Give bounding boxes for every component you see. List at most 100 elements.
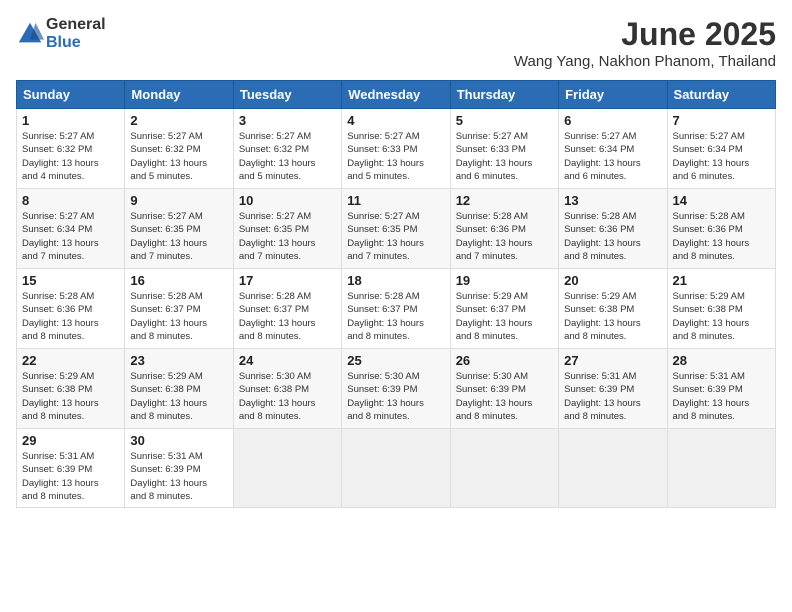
cell-content: Sunrise: 5:29 AM Sunset: 6:37 PM Dayligh…: [456, 290, 553, 343]
table-row: 10 Sunrise: 5:27 AM Sunset: 6:35 PM Dayli…: [233, 189, 341, 269]
day-number: 9: [130, 193, 227, 208]
day-number: 12: [456, 193, 553, 208]
day-number: 28: [673, 353, 770, 368]
table-row: 17 Sunrise: 5:28 AM Sunset: 6:37 PM Dayli…: [233, 269, 341, 349]
cell-content: Sunrise: 5:28 AM Sunset: 6:36 PM Dayligh…: [564, 210, 661, 263]
table-row: 25 Sunrise: 5:30 AM Sunset: 6:39 PM Dayli…: [342, 349, 450, 429]
cell-content: Sunrise: 5:28 AM Sunset: 6:37 PM Dayligh…: [239, 290, 336, 343]
table-row: 1 Sunrise: 5:27 AM Sunset: 6:32 PM Daylig…: [17, 109, 125, 189]
day-number: 19: [456, 273, 553, 288]
table-row: 23Sunrise: 5:29 AM Sunset: 6:38 PM Dayli…: [125, 349, 233, 429]
main-title: June 2025: [514, 16, 776, 53]
day-number: 5: [456, 113, 553, 128]
header-wednesday: Wednesday: [342, 81, 450, 109]
table-row: 29 Sunrise: 5:31 AM Sunset: 6:39 PM Dayli…: [17, 429, 125, 508]
cell-content: Sunrise: 5:27 AM Sunset: 6:33 PM Dayligh…: [347, 130, 444, 183]
table-row: [450, 429, 558, 508]
day-number: 13: [564, 193, 661, 208]
header-saturday: Saturday: [667, 81, 775, 109]
table-row: 3 Sunrise: 5:27 AM Sunset: 6:32 PM Daylig…: [233, 109, 341, 189]
logo-general: General: [46, 16, 106, 33]
day-number: 16: [130, 273, 227, 288]
cell-content: Sunrise: 5:28 AM Sunset: 6:36 PM Dayligh…: [456, 210, 553, 263]
table-row: [342, 429, 450, 508]
table-row: 24 Sunrise: 5:30 AM Sunset: 6:38 PM Dayli…: [233, 349, 341, 429]
table-row: 20 Sunrise: 5:29 AM Sunset: 6:38 PM Dayli…: [559, 269, 667, 349]
cell-content: Sunrise: 5:27 AM Sunset: 6:35 PM Dayligh…: [347, 210, 444, 263]
table-row: 7Sunrise: 5:27 AM Sunset: 6:34 PM Daylig…: [667, 109, 775, 189]
cell-content: Sunrise: 5:31 AM Sunset: 6:39 PM Dayligh…: [564, 370, 661, 423]
table-row: 2Sunrise: 5:27 AM Sunset: 6:32 PM Daylig…: [125, 109, 233, 189]
cell-content: Sunrise: 5:28 AM Sunset: 6:36 PM Dayligh…: [22, 290, 119, 343]
day-number: 30: [130, 433, 227, 448]
day-number: 7: [673, 113, 770, 128]
table-row: 4 Sunrise: 5:27 AM Sunset: 6:33 PM Daylig…: [342, 109, 450, 189]
cell-content: Sunrise: 5:27 AM Sunset: 6:33 PM Dayligh…: [456, 130, 553, 183]
header-sunday: Sunday: [17, 81, 125, 109]
cell-content: Sunrise: 5:29 AM Sunset: 6:38 PM Dayligh…: [564, 290, 661, 343]
table-row: 8 Sunrise: 5:27 AM Sunset: 6:34 PM Daylig…: [17, 189, 125, 269]
table-row: [233, 429, 341, 508]
header-friday: Friday: [559, 81, 667, 109]
day-number: 18: [347, 273, 444, 288]
day-number: 25: [347, 353, 444, 368]
day-number: 3: [239, 113, 336, 128]
table-row: 6 Sunrise: 5:27 AM Sunset: 6:34 PM Daylig…: [559, 109, 667, 189]
table-row: [667, 429, 775, 508]
day-number: 4: [347, 113, 444, 128]
day-number: 21: [673, 273, 770, 288]
cell-content: Sunrise: 5:28 AM Sunset: 6:36 PM Dayligh…: [673, 210, 770, 263]
cell-content: Sunrise: 5:29 AM Sunset: 6:38 PM Dayligh…: [673, 290, 770, 343]
day-number: 11: [347, 193, 444, 208]
table-row: 5 Sunrise: 5:27 AM Sunset: 6:33 PM Daylig…: [450, 109, 558, 189]
day-number: 14: [673, 193, 770, 208]
day-number: 17: [239, 273, 336, 288]
title-area: June 2025 Wang Yang, Nakhon Phanom, Thai…: [514, 16, 776, 70]
table-row: 16Sunrise: 5:28 AM Sunset: 6:37 PM Dayli…: [125, 269, 233, 349]
table-row: 13 Sunrise: 5:28 AM Sunset: 6:36 PM Dayli…: [559, 189, 667, 269]
header-monday: Monday: [125, 81, 233, 109]
table-row: [559, 429, 667, 508]
logo-icon: [16, 20, 44, 48]
cell-content: Sunrise: 5:30 AM Sunset: 6:39 PM Dayligh…: [456, 370, 553, 423]
subtitle: Wang Yang, Nakhon Phanom, Thailand: [514, 53, 776, 70]
calendar-header-row: Sunday Monday Tuesday Wednesday Thursday…: [17, 81, 776, 109]
cell-content: Sunrise: 5:29 AM Sunset: 6:38 PM Dayligh…: [22, 370, 119, 423]
calendar-table: Sunday Monday Tuesday Wednesday Thursday…: [16, 80, 776, 508]
header-tuesday: Tuesday: [233, 81, 341, 109]
cell-content: Sunrise: 5:29 AM Sunset: 6:38 PM Dayligh…: [130, 370, 227, 423]
table-row: 15Sunrise: 5:28 AM Sunset: 6:36 PM Dayli…: [17, 269, 125, 349]
day-number: 26: [456, 353, 553, 368]
table-row: 28 Sunrise: 5:31 AM Sunset: 6:39 PM Dayli…: [667, 349, 775, 429]
cell-content: Sunrise: 5:31 AM Sunset: 6:39 PM Dayligh…: [673, 370, 770, 423]
cell-content: Sunrise: 5:27 AM Sunset: 6:32 PM Dayligh…: [22, 130, 119, 183]
cell-content: Sunrise: 5:30 AM Sunset: 6:39 PM Dayligh…: [347, 370, 444, 423]
table-row: 11 Sunrise: 5:27 AM Sunset: 6:35 PM Dayli…: [342, 189, 450, 269]
day-number: 20: [564, 273, 661, 288]
table-row: 14 Sunrise: 5:28 AM Sunset: 6:36 PM Dayli…: [667, 189, 775, 269]
day-number: 22: [22, 353, 119, 368]
table-row: 12 Sunrise: 5:28 AM Sunset: 6:36 PM Dayli…: [450, 189, 558, 269]
cell-content: Sunrise: 5:27 AM Sunset: 6:34 PM Dayligh…: [22, 210, 119, 263]
day-number: 10: [239, 193, 336, 208]
cell-content: Sunrise: 5:31 AM Sunset: 6:39 PM Dayligh…: [22, 450, 119, 503]
cell-content: Sunrise: 5:27 AM Sunset: 6:35 PM Dayligh…: [239, 210, 336, 263]
table-row: 18Sunrise: 5:28 AM Sunset: 6:37 PM Dayli…: [342, 269, 450, 349]
day-number: 27: [564, 353, 661, 368]
day-number: 8: [22, 193, 119, 208]
header-thursday: Thursday: [450, 81, 558, 109]
day-number: 29: [22, 433, 119, 448]
table-row: 19 Sunrise: 5:29 AM Sunset: 6:37 PM Dayli…: [450, 269, 558, 349]
table-row: 21 Sunrise: 5:29 AM Sunset: 6:38 PM Dayli…: [667, 269, 775, 349]
table-row: 22 Sunrise: 5:29 AM Sunset: 6:38 PM Dayli…: [17, 349, 125, 429]
cell-content: Sunrise: 5:27 AM Sunset: 6:32 PM Dayligh…: [239, 130, 336, 183]
cell-content: Sunrise: 5:27 AM Sunset: 6:34 PM Dayligh…: [564, 130, 661, 183]
logo: General Blue: [16, 16, 106, 52]
day-number: 6: [564, 113, 661, 128]
day-number: 1: [22, 113, 119, 128]
cell-content: Sunrise: 5:31 AM Sunset: 6:39 PM Dayligh…: [130, 450, 227, 503]
cell-content: Sunrise: 5:30 AM Sunset: 6:38 PM Dayligh…: [239, 370, 336, 423]
day-number: 2: [130, 113, 227, 128]
day-number: 24: [239, 353, 336, 368]
table-row: 9Sunrise: 5:27 AM Sunset: 6:35 PM Daylig…: [125, 189, 233, 269]
